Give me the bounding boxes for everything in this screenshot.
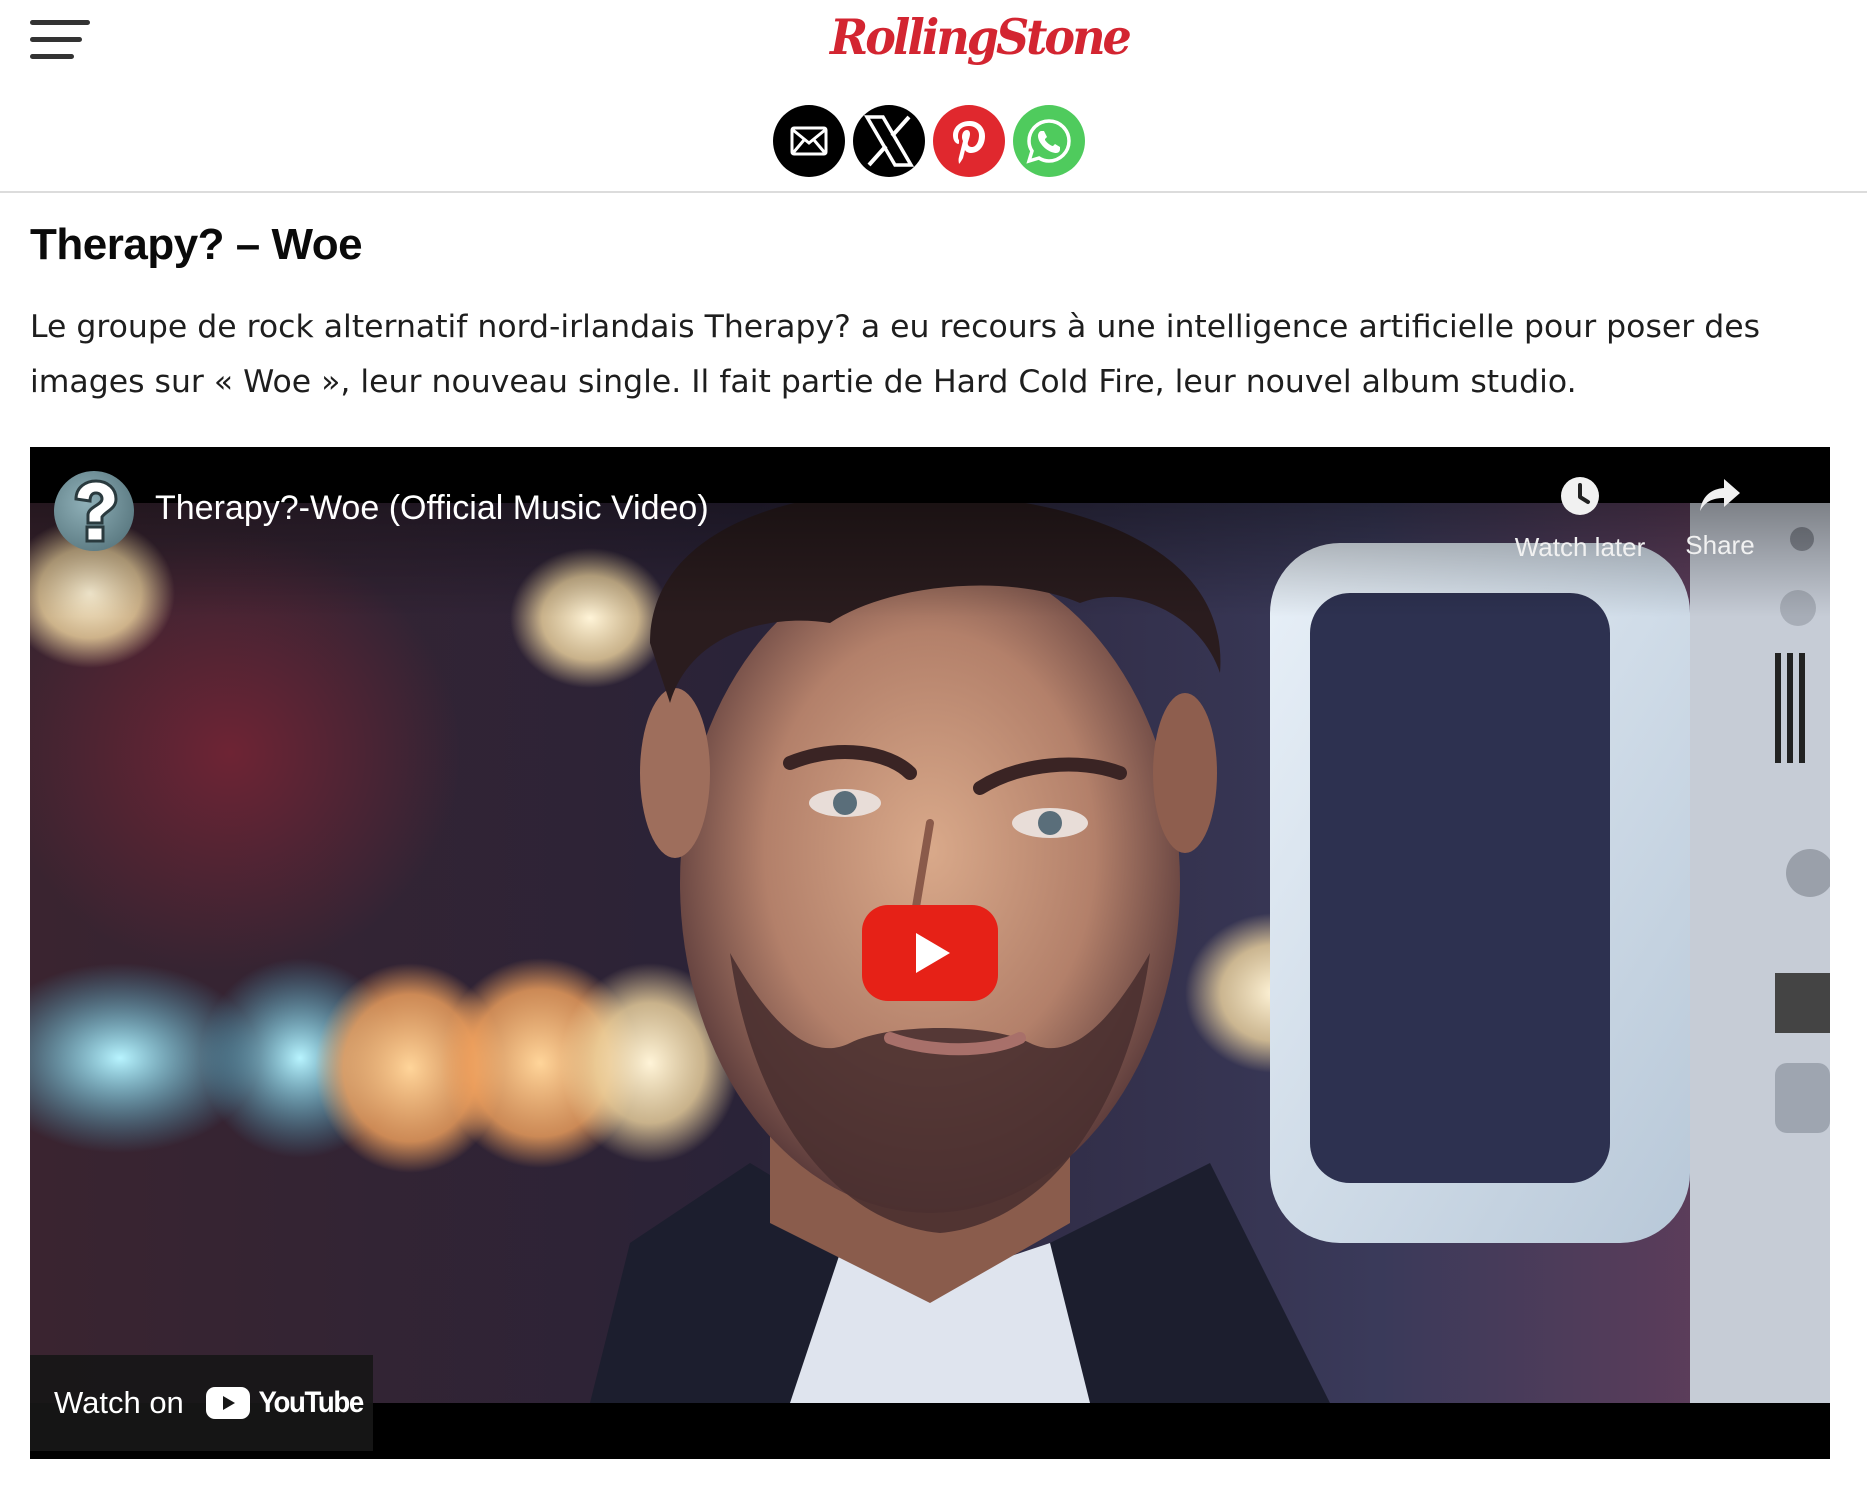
article-title: Therapy? – Woe [30, 220, 363, 269]
pinterest-share-button[interactable] [933, 105, 1005, 177]
email-share-button[interactable] [773, 105, 845, 177]
share-bar [773, 105, 1085, 177]
video-title[interactable]: Therapy?-Woe (Official Music Video) [155, 489, 709, 528]
play-icon [862, 905, 998, 1001]
pinterest-icon [953, 121, 985, 164]
youtube-wordmark: YouTube [258, 1386, 364, 1419]
watch-later-button[interactable]: Watch later [1505, 475, 1655, 563]
youtube-logo: YouTube [205, 1386, 367, 1420]
x-share-button[interactable] [853, 105, 925, 177]
youtube-play-icon [205, 1387, 250, 1419]
watch-on-youtube-button[interactable]: Watch on YouTube [30, 1355, 373, 1451]
watch-later-label: Watch later [1514, 532, 1646, 562]
site-header: RollingStone [0, 0, 1867, 193]
email-icon [790, 126, 828, 156]
logo-text: RollingStone [830, 8, 1132, 66]
share-arrow-icon [1700, 479, 1740, 511]
whatsapp-share-button[interactable] [1013, 105, 1085, 177]
hamburger-menu-icon[interactable] [30, 20, 92, 62]
share-label: Share [1685, 530, 1755, 560]
play-button[interactable] [862, 905, 998, 1001]
clock-icon [1561, 477, 1599, 515]
rolling-stone-logo[interactable]: RollingStone [830, 6, 1132, 72]
channel-avatar[interactable] [54, 471, 134, 551]
question-mark-icon [74, 479, 118, 543]
whatsapp-icon [1026, 119, 1071, 164]
youtube-embed[interactable]: Therapy?-Woe (Official Music Video) Watc… [30, 447, 1830, 1459]
x-icon [863, 115, 915, 167]
article-body: Le groupe de rock alternatif nord-irland… [30, 309, 1760, 400]
watch-on-label: Watch on [54, 1385, 184, 1420]
share-video-button[interactable]: Share [1665, 475, 1775, 561]
